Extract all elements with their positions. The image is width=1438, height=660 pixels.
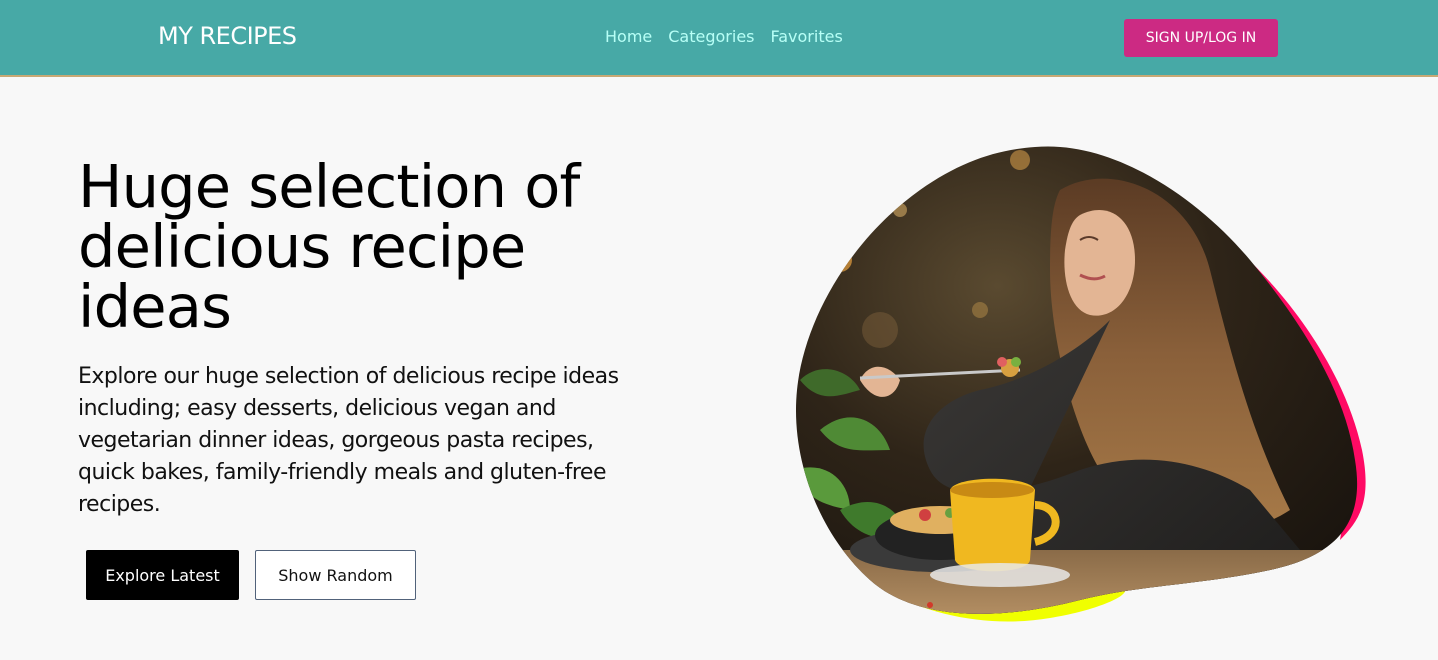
top-navbar: MY RECIPES Home Categories Favorites SIG…: [0, 0, 1438, 77]
show-random-button[interactable]: Show Random: [255, 550, 416, 600]
hero-image: [795, 146, 1366, 622]
nav-categories[interactable]: Categories: [668, 27, 754, 46]
signup-login-button[interactable]: SIGN UP/LOG IN: [1124, 19, 1278, 57]
hero-description: Explore our huge selection of delicious …: [78, 364, 619, 517]
main-nav: Home Categories Favorites: [605, 27, 843, 46]
brand-logo[interactable]: MY RECIPES: [158, 22, 297, 50]
explore-latest-button[interactable]: Explore Latest: [86, 550, 239, 600]
nav-home[interactable]: Home: [605, 27, 652, 46]
nav-favorites[interactable]: Favorites: [771, 27, 843, 46]
woman-eating-photo: [795, 146, 1358, 614]
hero-title: Huge selection of delicious recipe ideas: [78, 152, 580, 341]
